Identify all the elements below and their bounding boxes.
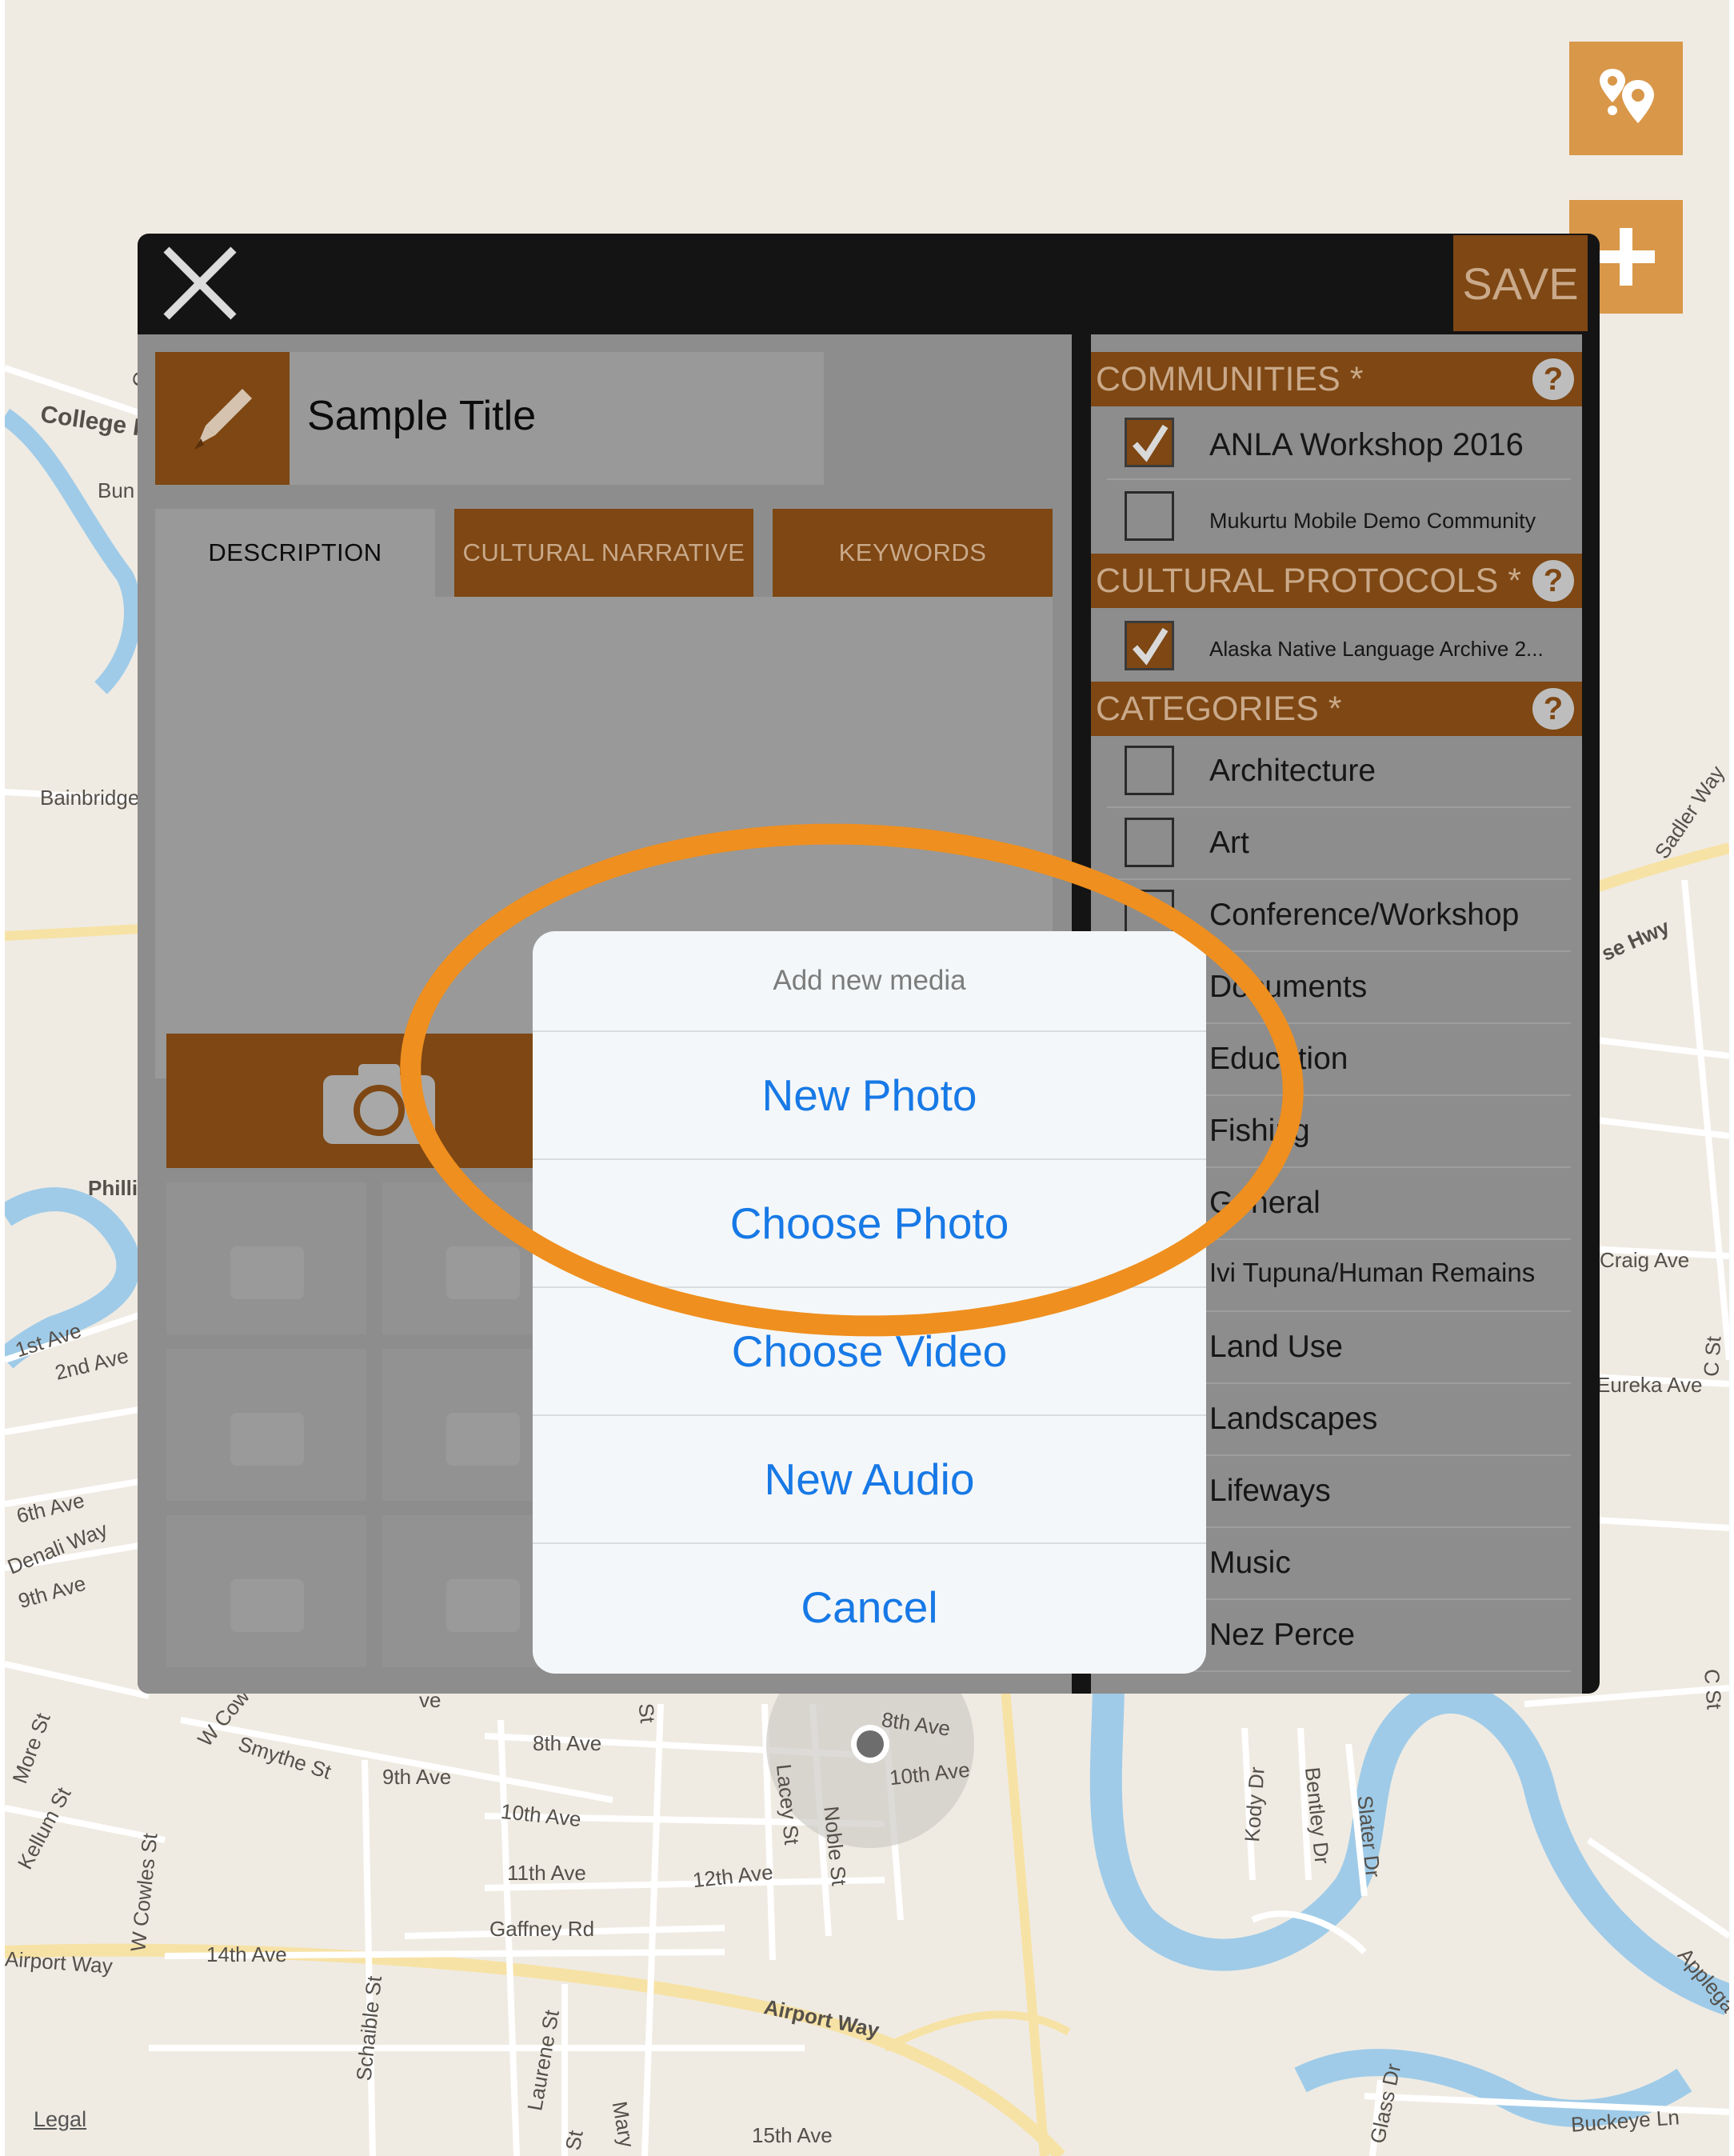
checkbox-unchecked[interactable] <box>1125 746 1174 795</box>
map-label: 9th Ave <box>382 1765 452 1789</box>
tab-description[interactable]: DESCRIPTION <box>155 509 435 597</box>
tab-cultural-narrative[interactable]: CULTURAL NARRATIVE <box>454 509 753 597</box>
close-icon <box>163 246 237 320</box>
categories-title: CATEGORIES * <box>1096 689 1342 728</box>
media-thumbnail[interactable] <box>166 1515 366 1667</box>
category-label: Land Use <box>1209 1330 1343 1364</box>
protocol-label: Alaska Native Language Archive 2... <box>1209 637 1544 661</box>
map-label: Bainbridge <box>40 786 140 810</box>
help-icon[interactable]: ? <box>1532 560 1574 602</box>
media-thumbnail[interactable] <box>166 1182 366 1334</box>
map-label: 11th Ave <box>507 1861 586 1885</box>
checkbox-checked[interactable] <box>1125 418 1174 467</box>
title-field[interactable]: Sample Title <box>155 352 824 485</box>
map-label: 15th Ave <box>752 2123 833 2147</box>
map-label: 14th Ave <box>206 1942 287 1966</box>
category-label: Lifeways <box>1209 1474 1331 1508</box>
category-label: Ivi Tupuna/Human Remains <box>1209 1258 1536 1287</box>
tab-keywords[interactable]: KEYWORDS <box>773 509 1053 597</box>
map-pins-icon <box>1600 69 1654 123</box>
communities-title: COMMUNITIES * <box>1096 359 1364 398</box>
checkbox-unchecked[interactable] <box>1125 491 1174 541</box>
checkmark-icon <box>1132 627 1169 666</box>
map-label: St <box>633 1702 660 1725</box>
map-label: Bun <box>98 478 135 502</box>
map-label: C St <box>1699 1335 1726 1378</box>
pencil-icon <box>194 389 252 450</box>
category-label: Conference/Workshop <box>1209 898 1520 932</box>
map-label: Kody Dr <box>1240 1766 1269 1843</box>
categories-header: CATEGORIES * ? <box>1091 682 1582 736</box>
community-label: Mukurtu Mobile Demo Community <box>1209 509 1536 533</box>
map-label: Craig Ave <box>1600 1248 1690 1272</box>
map-label: St <box>560 2128 588 2153</box>
help-icon[interactable]: ? <box>1532 358 1574 400</box>
communities-header: COMMUNITIES * ? <box>1091 352 1582 406</box>
legal-link[interactable]: Legal <box>34 2107 86 2132</box>
protocol-row[interactable]: Alaska Native Language Archive 2... <box>1107 608 1571 682</box>
community-label: ANLA Workshop 2016 <box>1209 427 1524 462</box>
cultural-protocols-title: CULTURAL PROTOCOLS * <box>1096 561 1522 600</box>
community-row[interactable]: Mukurtu Mobile Demo Community <box>1107 480 1571 554</box>
cancel-button[interactable]: Cancel <box>533 1542 1206 1670</box>
category-row[interactable]: Art <box>1107 808 1571 880</box>
save-button[interactable]: SAVE <box>1453 235 1588 331</box>
cultural-protocols-header: CULTURAL PROTOCOLS * ? <box>1091 554 1582 608</box>
category-label: Nez Perce <box>1209 1618 1356 1652</box>
map-pins-button[interactable] <box>1569 42 1683 155</box>
category-label: Art <box>1209 826 1249 860</box>
map-label: 8th Ave <box>533 1731 602 1755</box>
edit-title-button[interactable] <box>155 352 290 485</box>
media-thumbnail[interactable] <box>166 1349 366 1501</box>
map-label: Gaffney Rd <box>489 1917 595 1941</box>
category-row[interactable]: Architecture <box>1107 736 1571 808</box>
checkmark-icon <box>1132 424 1169 462</box>
new-audio-button[interactable]: New Audio <box>533 1414 1206 1542</box>
community-row[interactable]: ANLA Workshop 2016 <box>1107 406 1571 480</box>
checkbox-checked[interactable] <box>1125 621 1174 670</box>
category-label: Landscapes <box>1209 1402 1378 1436</box>
map-label: C St <box>1700 1668 1727 1710</box>
map-label: Philli <box>88 1176 138 1200</box>
category-label: Music <box>1209 1546 1291 1580</box>
title-value: Sample Title <box>307 393 537 439</box>
map-label: Eureka Ave <box>1596 1373 1703 1397</box>
plus-icon <box>1597 228 1655 286</box>
help-icon[interactable]: ? <box>1532 688 1574 730</box>
category-label: Architecture <box>1209 754 1376 788</box>
close-button[interactable] <box>160 243 240 323</box>
checkbox-unchecked[interactable] <box>1125 818 1174 867</box>
